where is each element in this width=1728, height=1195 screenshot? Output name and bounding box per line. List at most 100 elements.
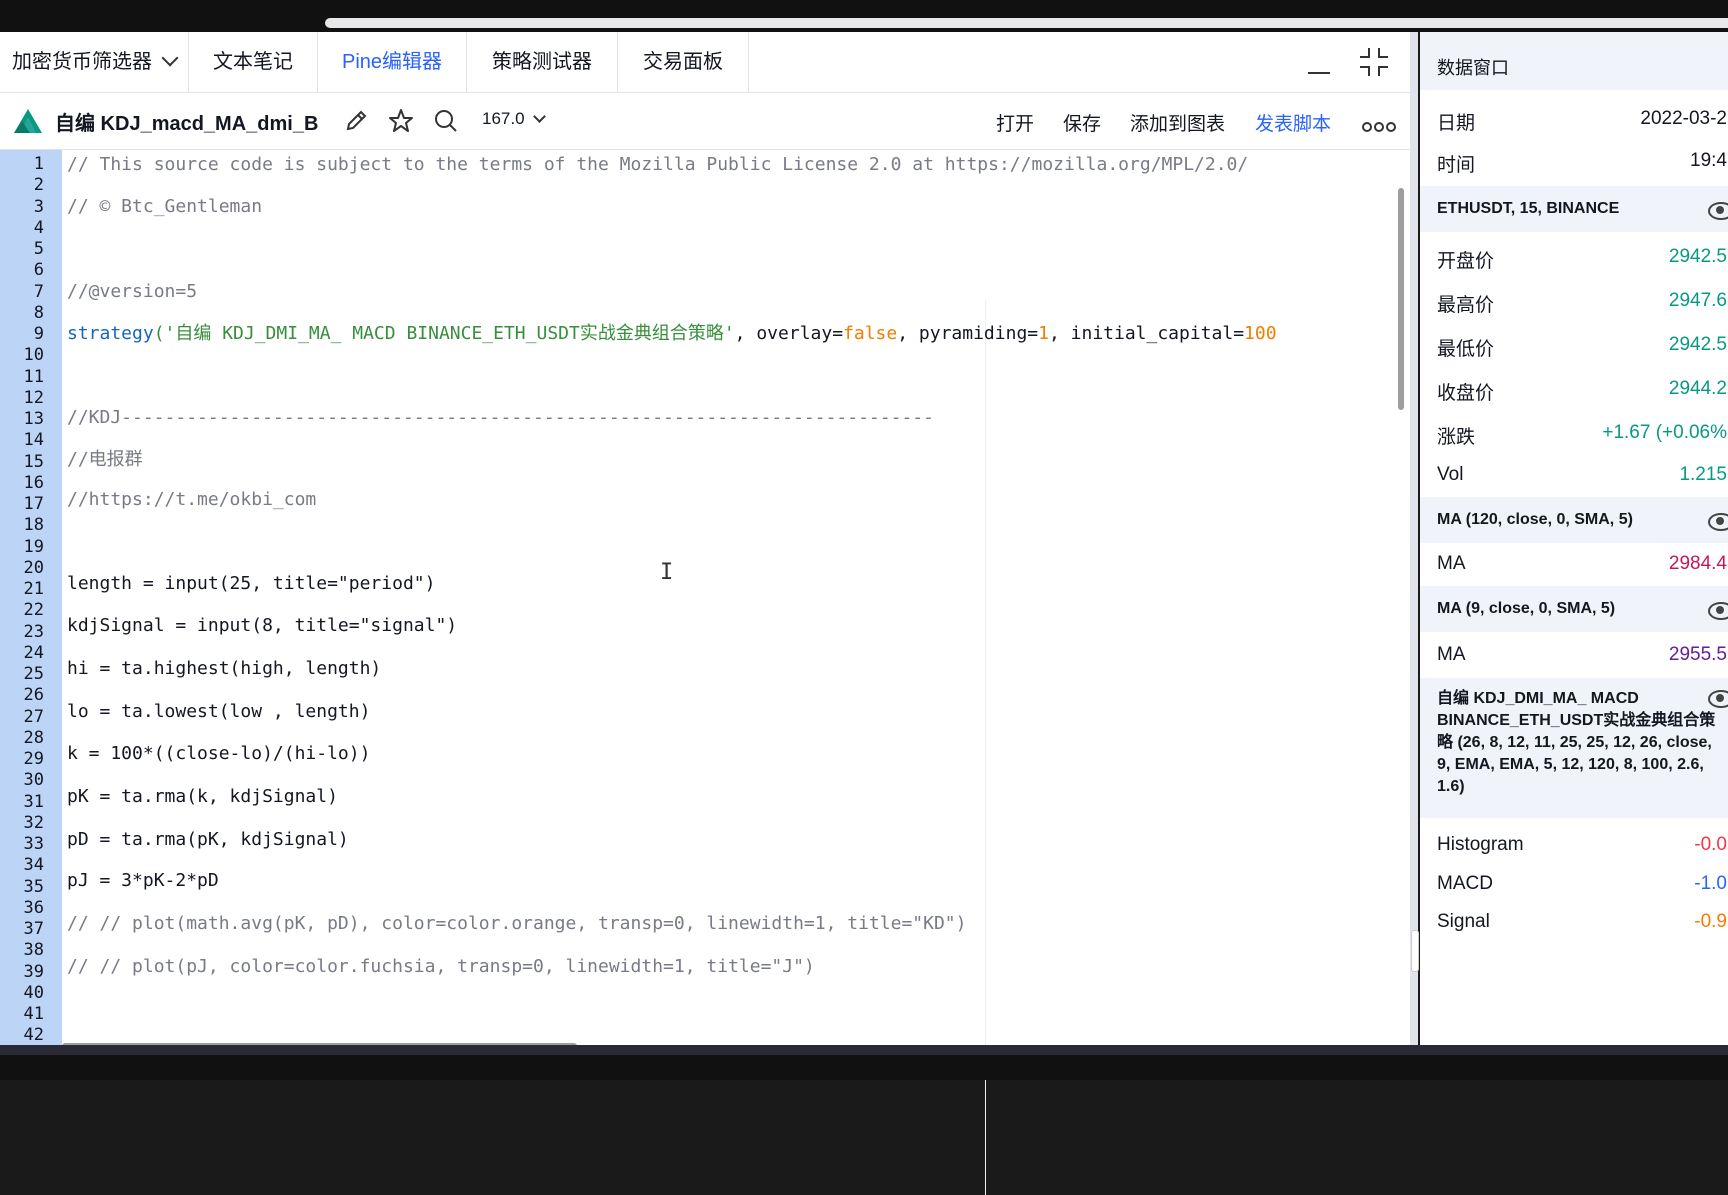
splitter-handle[interactable] (1411, 930, 1419, 972)
tab-strategy-tester[interactable]: 策略测试器 (467, 32, 618, 92)
time-value: 19:4 (1690, 150, 1727, 171)
ma9-header-label: MA (9, close, 0, SMA, 5) (1437, 600, 1616, 617)
code-line[interactable]: pD = ta.rma(pK, kdjSignal) (67, 828, 349, 852)
line-number: 30 (23, 770, 44, 791)
ma9-section-header: MA (9, close, 0, SMA, 5) (1420, 586, 1728, 632)
line-number: 39 (23, 961, 44, 982)
close-label: 收盘价 (1437, 383, 1495, 404)
line-number: 35 (23, 876, 44, 897)
symbol-header-label: ETHUSDT, 15, BINANCE (1437, 200, 1620, 217)
top-scrollbar[interactable] (325, 18, 1728, 28)
code-editor[interactable]: 1 2 3 4 5 6 7 8 9 10 11 12 13 14 15 16 17 18 19 20 21 22 23 24 2… (0, 150, 1410, 1195)
code-line[interactable]: //https://t.me/okbi_com (67, 488, 316, 512)
open-label: 开盘价 (1437, 251, 1495, 272)
low-row: 最低价 2942.5 (1437, 334, 1727, 361)
script-title[interactable]: 自编 KDJ_macd_MA_dmi_B (55, 107, 318, 136)
line-number: 26 (23, 685, 44, 706)
eye-icon[interactable] (1708, 602, 1728, 620)
line-number: 15 (23, 451, 44, 472)
window-top-bar (0, 0, 1728, 32)
line-number: 33 (23, 834, 44, 854)
editor-toolbar: 自编 KDJ_macd_MA_dmi_B 167.0 打开 保存 添加到图表 发… (0, 93, 1410, 150)
line-number: 19 (23, 536, 44, 557)
line-number: 34 (23, 855, 44, 876)
code-token: 1 (1038, 323, 1049, 344)
code-token: , overlay= (734, 323, 844, 344)
code-line[interactable]: pK = ta.rma(k, kdjSignal) (67, 785, 338, 809)
code-line[interactable]: //电报群 (67, 448, 143, 472)
search-icon[interactable] (430, 105, 462, 137)
tab-pine-editor[interactable]: Pine编辑器 (318, 32, 467, 92)
code-token: , pyramiding= (897, 323, 1039, 344)
strategy-header-label: 自编 KDJ_DMI_MA_ MACD BINANCE_ETH_USDT实战金典… (1437, 690, 1716, 795)
publish-script-button[interactable]: 发表脚本 (1255, 109, 1331, 136)
macd-value: -1.0 (1694, 873, 1727, 894)
code-line[interactable]: strategy('自编 KDJ_DMI_MA_ MACD BINANCE_ET… (67, 322, 1277, 346)
ma9-value: 2955.5 (1668, 644, 1727, 665)
eye-icon[interactable] (1708, 513, 1728, 531)
macd-label: MACD (1437, 873, 1493, 894)
change-value: +1.67 (+0.06% (1602, 422, 1727, 443)
save-button[interactable]: 保存 (1063, 109, 1101, 136)
code-line[interactable]: k = 100*((close-lo)/(hi-lo)) (67, 742, 370, 766)
open-value: 2942.5 (1668, 246, 1727, 267)
line-number: 5 (33, 239, 44, 259)
tab-label: 策略测试器 (492, 51, 592, 73)
low-label: 最低价 (1437, 339, 1495, 360)
collapse-icon[interactable] (1356, 42, 1392, 82)
code-line[interactable]: // This source code is subject to the te… (67, 153, 1248, 177)
code-line[interactable]: pJ = 3*pK-2*pD (67, 869, 219, 893)
line-number: 31 (23, 791, 44, 812)
line-number: 4 (33, 217, 44, 238)
date-value: 2022-03-2 (1640, 108, 1727, 129)
add-to-chart-button[interactable]: 添加到图表 (1130, 109, 1225, 136)
signal-value: -0.9 (1694, 911, 1727, 932)
tab-text-notes[interactable]: 文本笔记 (189, 32, 318, 92)
ma-label: MA (1437, 553, 1466, 574)
eye-icon[interactable] (1708, 202, 1728, 220)
date-row: 日期 2022-03-2 (1437, 108, 1727, 135)
ma120-header-label: MA (120, close, 0, SMA, 5) (1437, 511, 1633, 528)
line-number: 9 (33, 324, 44, 344)
code-line[interactable]: // © Btc_Gentleman (67, 195, 262, 219)
line-number: 8 (33, 302, 44, 323)
line-number: 23 (23, 621, 44, 642)
code-line[interactable]: //KDJ-----------------------------------… (67, 406, 934, 430)
line-number: 42 (23, 1025, 44, 1046)
more-icon[interactable] (1362, 119, 1398, 137)
date-label: 日期 (1437, 113, 1476, 134)
code-line[interactable]: kdjSignal = input(8, title="signal") (67, 614, 457, 638)
tab-trading-panel[interactable]: 交易面板 (618, 32, 749, 92)
close-value: 2944.2 (1668, 378, 1727, 399)
line-number: 14 (23, 430, 44, 451)
window-bottom-bar (0, 1045, 1728, 1080)
minimize-icon[interactable] (1300, 42, 1336, 82)
tab-crypto-screener[interactable]: 加密货币筛选器 (0, 32, 189, 92)
data-window: 数据窗口 日期 2022-03-2 时间 19:4 ETHUSDT, 15, BIN… (1420, 32, 1728, 1045)
line-number: 29 (23, 749, 44, 769)
code-line[interactable]: // // plot(pJ, color=color.fuchsia, tran… (67, 955, 815, 979)
code-line[interactable]: //@version=5 (67, 280, 197, 304)
star-icon[interactable] (385, 105, 417, 137)
code-line[interactable]: // // plot(math.avg(pK, pD), color=color… (67, 912, 966, 936)
version-selector[interactable]: 167.0 (482, 109, 546, 129)
symbol-section-header: ETHUSDT, 15, BINANCE (1420, 186, 1728, 232)
panel-splitter[interactable] (1410, 32, 1418, 1045)
open-button[interactable]: 打开 (996, 109, 1034, 136)
code-line[interactable]: length = input(25, title="period") (67, 572, 435, 596)
line-number: 38 (23, 940, 44, 961)
line-number-gutter: 1 2 3 4 5 6 7 8 9 10 11 12 13 14 15 16 17 18 19 20 21 22 23 24 2… (0, 150, 62, 1080)
code-line[interactable]: hi = ta.highest(high, length) (67, 657, 381, 681)
pencil-icon[interactable] (340, 105, 372, 137)
code-token: , initial_capital= (1048, 323, 1245, 344)
ma120-section-header: MA (120, close, 0, SMA, 5) (1420, 497, 1728, 543)
time-label: 时间 (1437, 155, 1476, 176)
code-line[interactable]: lo = ta.lowest(low , length) (67, 700, 370, 724)
change-row: 涨跌 +1.67 (+0.06% (1437, 422, 1727, 449)
ma-label: MA (1437, 644, 1466, 665)
vertical-scrollbar[interactable] (1398, 188, 1404, 410)
ma120-value: 2984.4 (1668, 553, 1727, 574)
signal-row: Signal -0.9 (1437, 911, 1727, 933)
high-label: 最高价 (1437, 295, 1495, 316)
line-number: 25 (23, 664, 44, 684)
